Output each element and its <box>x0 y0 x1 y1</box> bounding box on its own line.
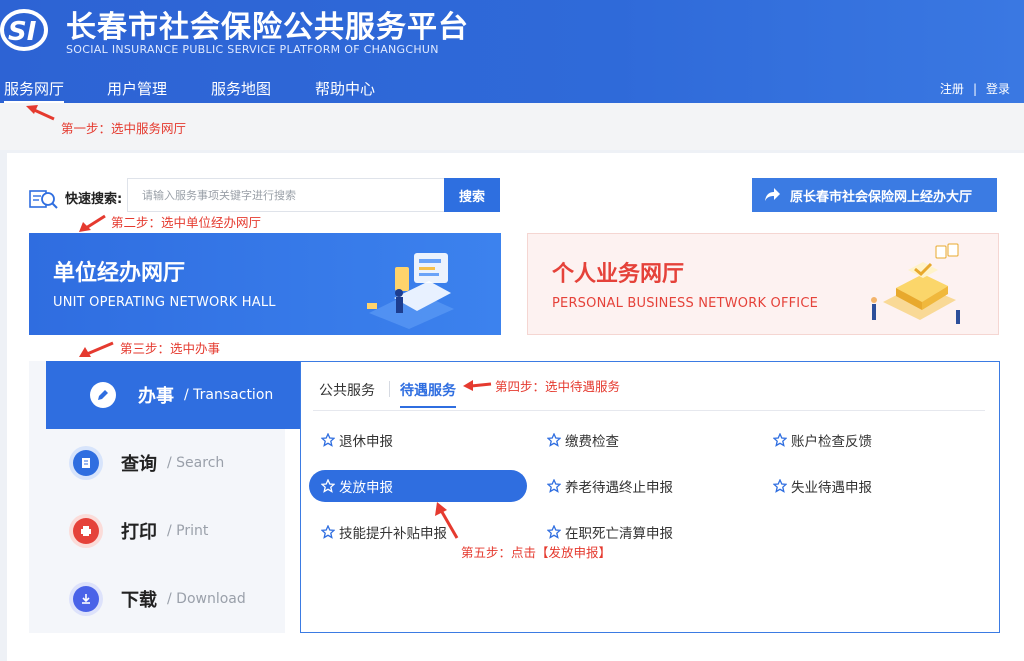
document-icon <box>73 450 99 476</box>
nav-service-map[interactable]: 服务地图 <box>211 78 271 99</box>
menu-item-download[interactable]: 下载 / Download <box>29 565 285 633</box>
tab-divider <box>313 410 985 411</box>
service-label: 缴费检查 <box>565 434 619 450</box>
download-icon <box>73 586 99 612</box>
step4-arrow-icon <box>463 380 492 391</box>
service-label: 技能提升补贴申报 <box>339 526 447 542</box>
step2-arrow-icon <box>79 214 106 232</box>
unit-hall-subtitle: UNIT OPERATING NETWORK HALL <box>53 295 276 310</box>
printer-icon <box>73 518 99 544</box>
site-subtitle: SOCIAL INSURANCE PUBLIC SERVICE PLATFORM… <box>66 43 439 56</box>
personal-hall-subtitle: PERSONAL BUSINESS NETWORK OFFICE <box>552 296 819 311</box>
tab-separator <box>389 381 390 397</box>
nav-service-hall[interactable]: 服务网厅 <box>4 78 65 103</box>
service-retirement-declaration[interactable]: 退休申报 <box>321 424 393 456</box>
tab-treatment-service[interactable]: 待遇服务 <box>400 380 456 408</box>
service-account-check-feedback[interactable]: 账户检查反馈 <box>773 424 872 456</box>
menu-transaction-en: / Transaction <box>184 387 274 403</box>
step2-annotation: 第二步：选中单位经办网厅 <box>111 215 262 230</box>
step5-arrow-icon <box>435 502 459 539</box>
step3-annotation: 第三步：选中办事 <box>120 341 221 356</box>
site-header: SI 长春市社会保险公共服务平台 SOCIAL INSURANCE PUBLIC… <box>0 0 1024 103</box>
unit-hall-title: 单位经办网厅 <box>53 261 186 286</box>
office-desk-illustration-icon <box>367 253 454 329</box>
menu-print-en: / Print <box>167 523 209 539</box>
star-icon <box>321 433 335 447</box>
login-link[interactable]: 登录 <box>986 82 1010 96</box>
service-payment-check[interactable]: 缴费检查 <box>547 424 619 456</box>
menu-download-label: 下载 <box>121 590 157 611</box>
service-label: 养老待遇终止申报 <box>565 480 673 496</box>
social-insurance-logo-icon: SI <box>0 9 48 51</box>
menu-transaction-label: 办事 <box>138 386 174 407</box>
side-menu: 办事 / Transaction 查询 / Search 打印 / Print <box>29 361 302 633</box>
tab-public-service[interactable]: 公共服务 <box>319 380 375 400</box>
legacy-hall-label: 原长春市社会保险网上经办大厅 <box>790 189 973 205</box>
register-link[interactable]: 注册 <box>940 82 964 96</box>
service-payout-declaration[interactable]: 发放申报 <box>309 470 527 502</box>
nav-help-center[interactable]: 帮助中心 <box>315 78 375 99</box>
personal-service-illustration-icon <box>871 243 960 324</box>
service-panel: 公共服务 待遇服务 第四步：选中待遇服务 退休申报 缴费检查 账户检查反馈 发放… <box>300 361 1000 633</box>
menu-search-label: 查询 <box>121 454 157 475</box>
unit-hall-card[interactable]: 单位经办网厅 UNIT OPERATING NETWORK HALL <box>29 233 501 335</box>
star-icon <box>773 433 787 447</box>
service-pension-termination[interactable]: 养老待遇终止申报 <box>547 470 673 502</box>
search-input[interactable] <box>127 178 445 212</box>
personal-hall-card[interactable]: 个人业务网厅 PERSONAL BUSINESS NETWORK OFFICE <box>527 233 999 335</box>
step3-arrow-icon <box>79 341 114 357</box>
menu-item-search[interactable]: 查询 / Search <box>29 429 285 497</box>
menu-search-en: / Search <box>167 455 225 471</box>
star-icon <box>321 525 335 539</box>
menu-download-en: / Download <box>167 591 246 607</box>
service-label: 退休申报 <box>339 434 393 450</box>
step4-annotation: 第四步：选中待遇服务 <box>495 379 621 394</box>
auth-links: 注册 | 登录 <box>940 80 1010 97</box>
share-arrow-icon <box>765 188 780 201</box>
star-icon <box>547 525 561 539</box>
page: SI 长春市社会保险公共服务平台 SOCIAL INSURANCE PUBLIC… <box>0 0 1024 661</box>
annotation-strip: 第一步：选中服务网厅 <box>0 103 1024 150</box>
service-unemployment-declaration[interactable]: 失业待遇申报 <box>773 470 872 502</box>
site-title: 长春市社会保险公共服务平台 <box>66 10 469 45</box>
service-label: 账户检查反馈 <box>791 434 872 450</box>
auth-separator: | <box>972 82 977 96</box>
personal-hall-title: 个人业务网厅 <box>552 262 685 287</box>
search-label: 快速搜索: <box>65 192 123 207</box>
service-label: 发放申报 <box>339 480 393 496</box>
nav-user-management[interactable]: 用户管理 <box>107 78 167 99</box>
menu-item-transaction[interactable]: 办事 / Transaction <box>46 361 302 429</box>
logo-text: SI <box>8 17 37 47</box>
search-button[interactable]: 搜索 <box>444 178 500 212</box>
step1-annotation: 第一步：选中服务网厅 <box>61 121 187 136</box>
search-icon <box>29 190 58 209</box>
edit-icon <box>90 382 116 408</box>
legacy-hall-button[interactable]: 原长春市社会保险网上经办大厅 <box>752 178 997 212</box>
service-label: 在职死亡清算申报 <box>565 526 673 542</box>
star-icon <box>321 479 335 493</box>
service-label: 失业待遇申报 <box>791 480 872 496</box>
menu-print-label: 打印 <box>121 522 157 543</box>
service-skill-subsidy[interactable]: 技能提升补贴申报 <box>321 516 447 548</box>
star-icon <box>547 479 561 493</box>
main-panel: 快速搜索: 搜索 原长春市社会保险网上经办大厅 第二步：选中单位经办网厅 单位经… <box>7 153 1024 661</box>
star-icon <box>773 479 787 493</box>
step5-annotation: 第五步：点击【发放申报】 <box>461 545 612 560</box>
step1-arrow-icon <box>26 105 55 121</box>
star-icon <box>547 433 561 447</box>
menu-item-print[interactable]: 打印 / Print <box>29 497 285 565</box>
